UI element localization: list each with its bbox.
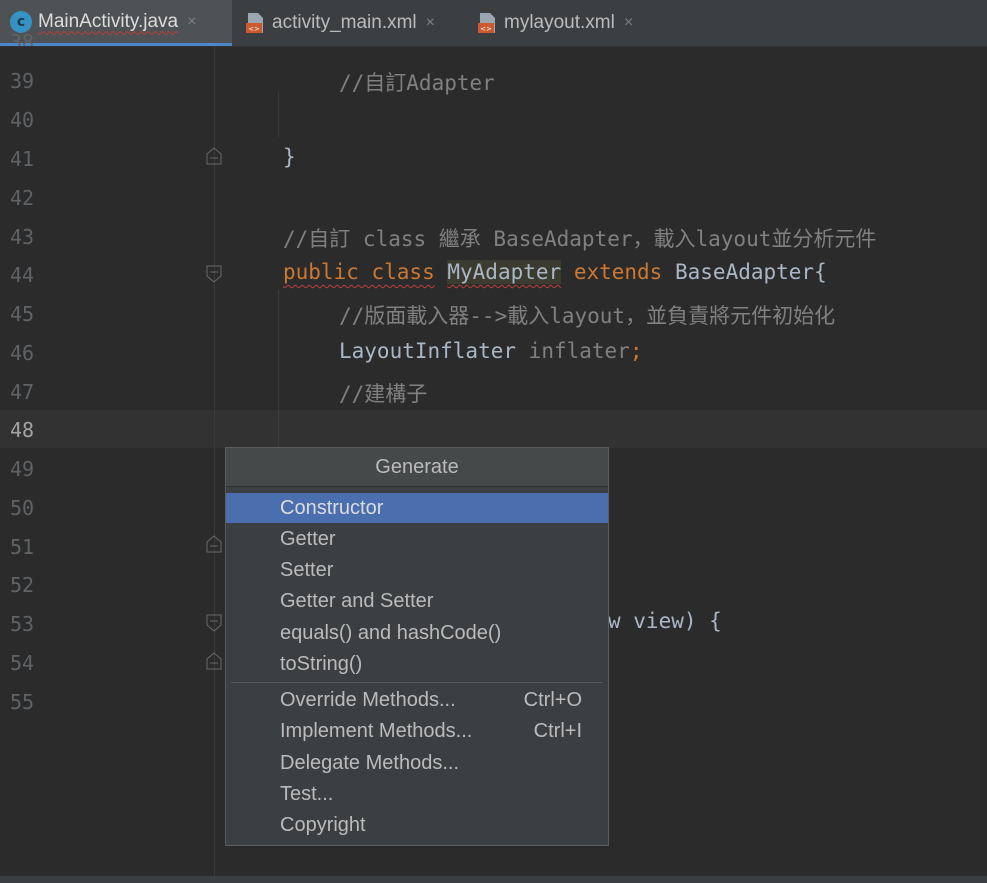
close-icon[interactable]: × — [187, 13, 196, 31]
line-number-current: 48 — [10, 418, 35, 442]
line-number: 40 — [10, 108, 35, 132]
line-number: 52 — [10, 573, 35, 597]
menu-item-label: Constructor — [280, 496, 384, 519]
tab-label: MainActivity.java — [38, 10, 179, 32]
menu-item-label: Getter and Setter — [280, 589, 434, 612]
menu-item-label: Test... — [280, 782, 334, 805]
indent-guide — [278, 92, 279, 137]
tab-mylayout-xml[interactable]: <> mylayout.xml × — [466, 0, 666, 46]
line-number: 46 — [10, 341, 35, 365]
line-number: 39 — [10, 69, 35, 93]
semicolon: ; — [629, 339, 643, 363]
code-comment: //版面載入器-->載入layout，並負責將元件初始化 — [339, 304, 836, 328]
field-name: inflater — [528, 339, 630, 363]
menu-item-copyright[interactable]: Copyright — [226, 810, 608, 840]
menu-item-label: Copyright — [280, 813, 366, 836]
line-number: 41 — [10, 147, 35, 171]
line-number: 49 — [10, 457, 35, 481]
code-comment: //建構子 — [339, 382, 428, 406]
menu-item-shortcut: Ctrl+O — [523, 688, 582, 711]
svg-text:<>: <> — [248, 25, 260, 33]
menu-item-implement-methods[interactable]: Implement Methods... Ctrl+I — [226, 716, 608, 746]
xml-file-icon: <> — [246, 13, 263, 33]
generate-popup: Generate Constructor Getter Setter Gette… — [225, 447, 609, 846]
line-number: 51 — [10, 535, 35, 559]
fold-start-icon[interactable] — [206, 265, 222, 283]
menu-item-override-methods[interactable]: Override Methods... Ctrl+O — [226, 685, 608, 715]
menu-item-label: Delegate Methods... — [280, 751, 459, 774]
gutter-divider — [214, 46, 215, 876]
tab-activity-main-xml[interactable]: <> activity_main.xml × — [234, 0, 466, 46]
line-number: 50 — [10, 496, 35, 520]
line-number: 54 — [10, 651, 35, 675]
popup-title: Generate — [226, 448, 608, 487]
editor-tab-bar: c MainActivity.java × <> activity_main.x… — [0, 0, 987, 47]
tab-label: mylayout.xml — [504, 12, 615, 33]
fold-end-icon[interactable] — [206, 147, 222, 165]
code-line: } — [283, 145, 296, 169]
code-line-partial: w view) { — [608, 609, 722, 633]
menu-item-label: Override Methods... — [280, 688, 456, 711]
menu-separator — [231, 682, 603, 683]
menu-item-constructor[interactable]: Constructor — [226, 493, 608, 523]
code-comment: //自訂Adapter — [339, 71, 495, 95]
line-number: 44 — [10, 263, 35, 287]
line-number: 43 — [10, 225, 35, 249]
line-number: 55 — [10, 690, 35, 714]
caret-row-highlight — [0, 410, 987, 448]
fold-start-icon[interactable] — [206, 614, 222, 632]
line-number: 45 — [10, 302, 35, 326]
menu-item-label: Implement Methods... — [280, 719, 473, 742]
close-icon[interactable]: × — [624, 14, 633, 32]
base-class: BaseAdapter{ — [675, 260, 827, 284]
line-number: 53 — [10, 612, 35, 636]
code-line-field: LayoutInflater inflater; — [339, 339, 642, 363]
fold-end-icon[interactable] — [206, 652, 222, 670]
horizontal-scrollbar[interactable] — [0, 876, 987, 883]
menu-item-shortcut: Ctrl+I — [533, 719, 582, 742]
menu-item-getter-and-setter[interactable]: Getter and Setter — [226, 586, 608, 616]
type-name: LayoutInflater — [339, 339, 517, 363]
fold-end-icon[interactable] — [206, 535, 222, 553]
code-comment: //自訂 class 繼承 BaseAdapter，載入layout並分析元件 — [283, 227, 877, 251]
svg-text:<>: <> — [480, 25, 492, 33]
menu-item-setter[interactable]: Setter — [226, 555, 608, 585]
menu-item-equals-hashcode[interactable]: equals() and hashCode() — [226, 618, 608, 648]
menu-item-label: Getter — [280, 527, 336, 550]
indent-guide — [278, 290, 279, 450]
line-number: 38 — [10, 30, 35, 46]
code-line-class-declaration: public class MyAdapter extends BaseAdapt… — [283, 260, 827, 284]
menu-item-label: toString() — [280, 652, 363, 675]
menu-item-test[interactable]: Test... — [226, 779, 608, 809]
keyword: public class — [283, 260, 435, 284]
menu-item-tostring[interactable]: toString() — [226, 649, 608, 679]
menu-item-label: equals() and hashCode() — [280, 621, 502, 644]
close-icon[interactable]: × — [426, 14, 435, 32]
menu-item-getter[interactable]: Getter — [226, 524, 608, 554]
keyword: extends — [573, 260, 663, 284]
line-number: 42 — [10, 186, 35, 210]
line-number: 47 — [10, 380, 35, 404]
menu-item-delegate-methods[interactable]: Delegate Methods... — [226, 748, 608, 778]
xml-file-icon: <> — [478, 13, 495, 33]
tab-label: activity_main.xml — [272, 12, 417, 33]
class-name: MyAdapter — [447, 260, 562, 284]
menu-item-label: Setter — [280, 558, 334, 581]
